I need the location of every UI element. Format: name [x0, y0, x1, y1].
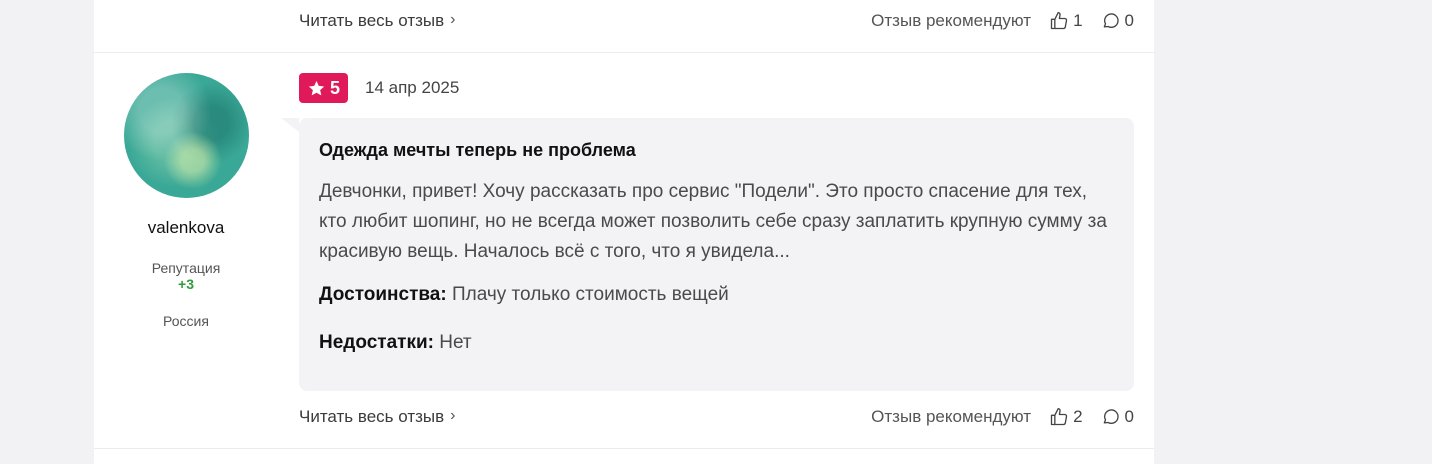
comment-icon — [1103, 13, 1119, 28]
cons-text: Нет — [439, 332, 472, 353]
comments-button[interactable]: 0 — [1101, 407, 1134, 427]
rating-value: 5 — [330, 77, 341, 98]
review-content: Одежда мечты теперь не проблема Девчонки… — [281, 118, 1134, 391]
star-icon — [308, 80, 325, 95]
pros-text: Плачу только стоимость вещей — [451, 284, 729, 305]
cons-label: Недостатки: — [319, 332, 434, 353]
comment-count: 0 — [1124, 407, 1134, 426]
avatar[interactable] — [123, 73, 249, 198]
comment-count: 0 — [1124, 11, 1134, 30]
chevron-right-icon: › — [450, 407, 456, 424]
read-full-review-link[interactable]: Читать весь отзыв › — [299, 407, 455, 427]
like-button[interactable]: 2 — [1049, 407, 1083, 427]
like-count: 1 — [1073, 11, 1083, 30]
review-pros: Достоинства: Плачу только стоимость веще… — [319, 281, 1114, 309]
reviews-card: Читать весь отзыв › Отзыв рекомендуют 1 … — [94, 0, 1154, 464]
divider — [94, 448, 1154, 449]
chevron-right-icon: › — [450, 11, 456, 28]
rating-badge: 5 — [299, 73, 349, 103]
like-count: 2 — [1073, 407, 1083, 426]
like-button[interactable]: 1 — [1049, 11, 1083, 31]
comment-icon — [1103, 409, 1119, 424]
previous-review-actions: Читать весь отзыв › Отзыв рекомендуют 1 … — [299, 9, 1134, 33]
thumbs-up-icon — [1050, 12, 1068, 30]
review-date: 14 апр 2025 — [365, 78, 460, 97]
review-actions: Читать весь отзыв › Отзыв рекомендуют 2 … — [299, 405, 1134, 429]
author-country: Россия — [163, 313, 209, 329]
recommend-label: Отзыв рекомендуют — [871, 407, 1032, 426]
review-meta: 5 14 апр 2025 — [299, 73, 459, 103]
review-cons: Недостатки: Нет — [319, 329, 1114, 357]
thumbs-up-icon — [1050, 408, 1068, 426]
read-more-label: Читать весь отзыв — [299, 407, 445, 426]
comments-button[interactable]: 0 — [1101, 11, 1134, 31]
pros-label: Достоинства: — [319, 284, 447, 305]
read-more-label: Читать весь отзыв — [299, 11, 445, 30]
review-title[interactable]: Одежда мечты теперь не проблема — [319, 140, 1114, 161]
reputation-label: Репутация — [151, 260, 221, 276]
reputation-value: +3 — [178, 276, 194, 292]
author-username[interactable]: valenkova — [94, 218, 278, 238]
review-body: Девчонки, привет! Хочу рассказать про се… — [319, 181, 1107, 262]
read-full-review-link[interactable]: Читать весь отзыв › — [299, 11, 455, 31]
review-author: valenkova Репутация +3 Россия — [94, 52, 278, 329]
review-stats: Отзыв рекомендуют 1 0 — [871, 11, 1134, 31]
review-stats: Отзыв рекомендуют 2 0 — [871, 407, 1134, 427]
recommend-label: Отзыв рекомендуют — [871, 11, 1032, 30]
